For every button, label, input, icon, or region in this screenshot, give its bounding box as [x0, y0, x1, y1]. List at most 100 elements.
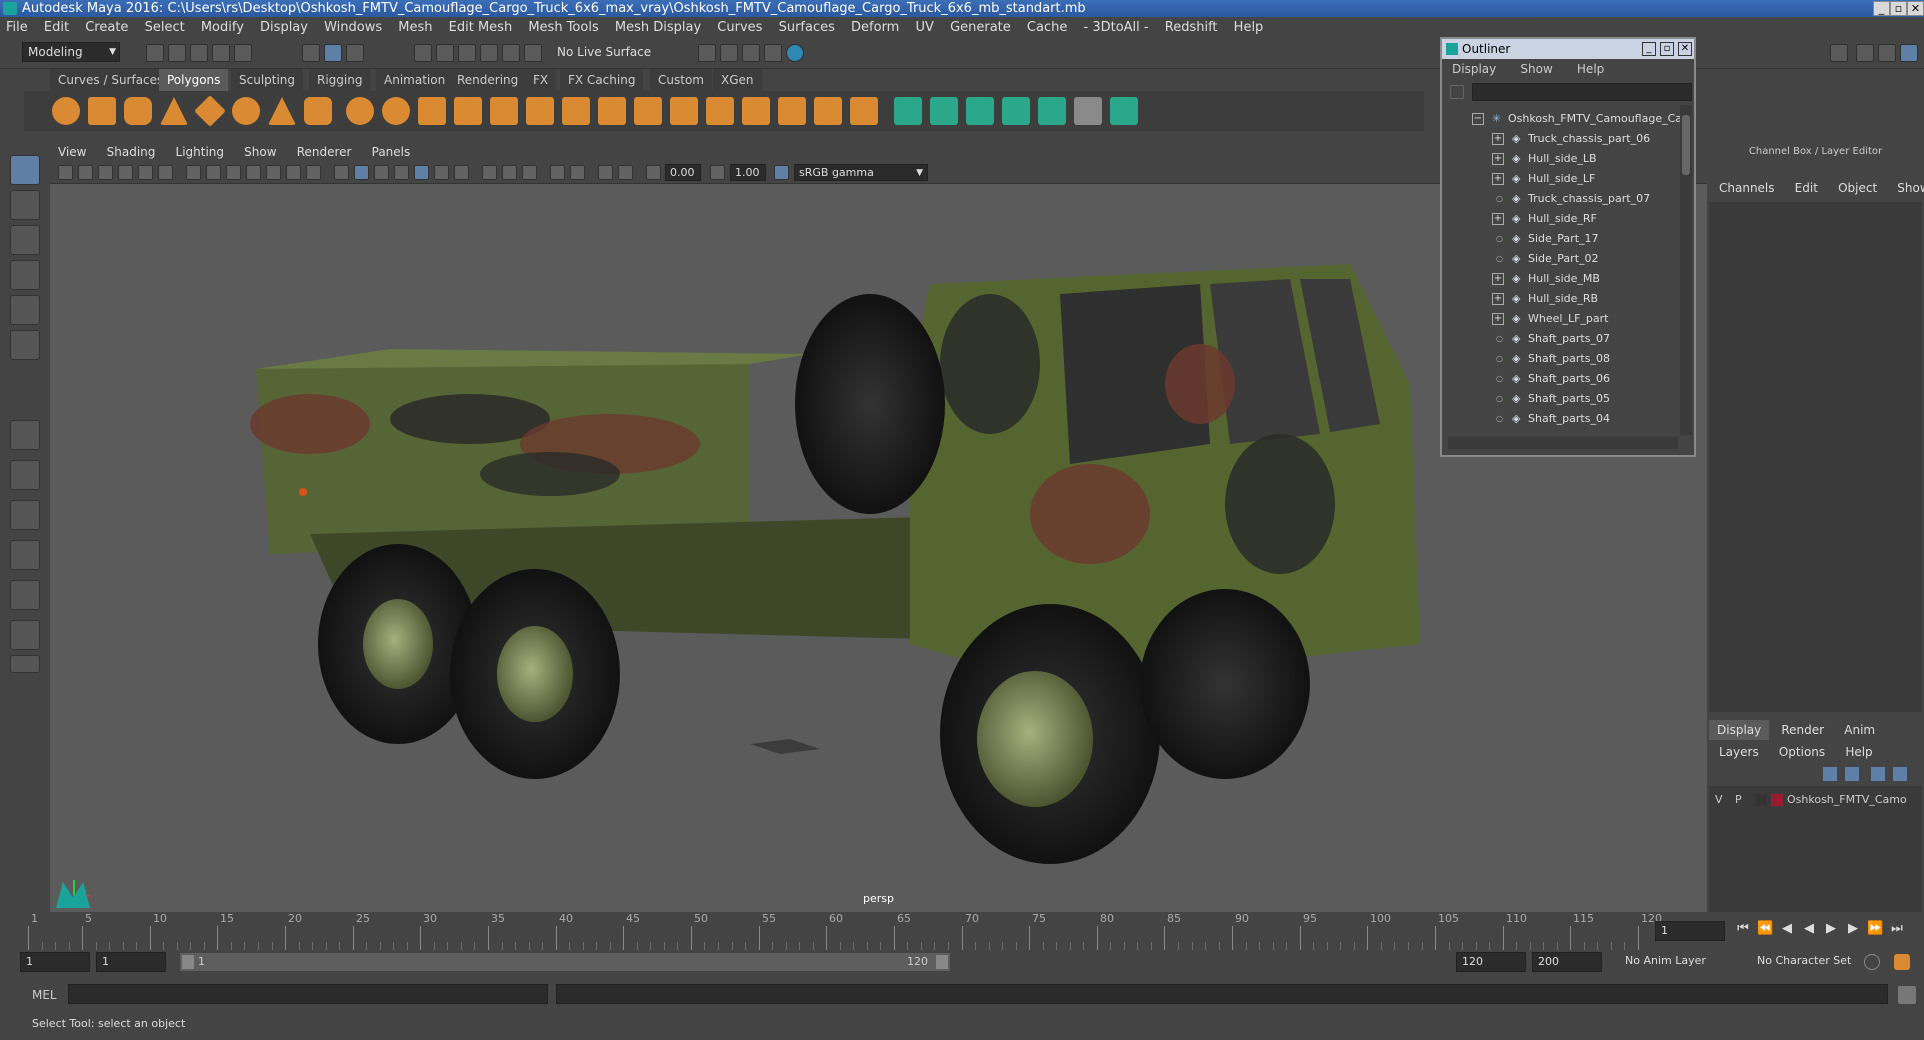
gamma-field[interactable]: 1.00: [730, 164, 766, 181]
extract-icon[interactable]: [418, 97, 446, 125]
poly-plane-icon[interactable]: [194, 95, 226, 127]
play-backwards-icon[interactable]: ◀: [1801, 921, 1817, 937]
menu-3dtoall[interactable]: - 3DtoAll -: [1078, 17, 1155, 39]
expand-icon[interactable]: +: [1492, 273, 1504, 285]
render-frame-icon[interactable]: [720, 44, 738, 62]
xray-components-icon[interactable]: [618, 165, 633, 180]
tab-rigging[interactable]: Rigging: [309, 69, 371, 91]
wireframe-on-shaded-icon[interactable]: [394, 165, 409, 180]
boolean-icon[interactable]: [490, 97, 518, 125]
bridge-icon[interactable]: [562, 97, 590, 125]
snap-grid-icon[interactable]: [414, 44, 432, 62]
extrude-icon[interactable]: [598, 97, 626, 125]
collapse-icon[interactable]: −: [1472, 113, 1484, 125]
time-slider[interactable]: 1 5 10 15 20 25 30 35 40 45 50 55 60 65 70 75 80 85 90 95 10…: [0, 912, 1924, 950]
menu-display[interactable]: Display: [254, 17, 314, 39]
screen-space-ao-icon[interactable]: [482, 165, 497, 180]
field-chart-icon[interactable]: [266, 165, 281, 180]
play-forwards-icon[interactable]: ▶: [1823, 921, 1839, 937]
channel-menu-channels[interactable]: Channels: [1711, 178, 1783, 198]
resolution-gate-icon[interactable]: [226, 165, 241, 180]
menu-file[interactable]: File: [0, 17, 34, 39]
open-scene-icon[interactable]: [168, 44, 186, 62]
save-scene-icon[interactable]: [190, 44, 208, 62]
close-button[interactable]: ✕: [1907, 1, 1924, 16]
xray-icon[interactable]: [570, 165, 585, 180]
command-input[interactable]: [68, 984, 548, 1004]
layer-menu-help[interactable]: Help: [1837, 742, 1880, 762]
shadows-icon[interactable]: [454, 165, 469, 180]
select-tool-icon[interactable]: [10, 155, 40, 185]
combine-icon[interactable]: [346, 97, 374, 125]
bevel-icon[interactable]: [634, 97, 662, 125]
expand-icon[interactable]: +: [1492, 313, 1504, 325]
menu-surfaces[interactable]: Surfaces: [773, 17, 841, 39]
poly-pyramid-icon[interactable]: [268, 97, 296, 125]
menu-mesh[interactable]: Mesh: [392, 17, 438, 39]
redo-icon[interactable]: [234, 44, 252, 62]
tab-sculpting[interactable]: Sculpting: [231, 69, 304, 91]
rotate-tool-icon[interactable]: [10, 295, 40, 325]
auto-key-icon[interactable]: [1864, 954, 1880, 970]
time-ruler[interactable]: 1 5 10 15 20 25 30 35 40 45 50 55 60 65 70 75 80 85 90 95 10…: [28, 912, 1662, 950]
viewport-menu-panels[interactable]: Panels: [364, 142, 419, 162]
cylindrical-uv-icon[interactable]: [930, 97, 958, 125]
automatic-uv-icon[interactable]: [1002, 97, 1030, 125]
default-material-icon[interactable]: [374, 165, 389, 180]
offset-edge-loop-icon[interactable]: [778, 97, 806, 125]
multi-cut-icon[interactable]: [706, 97, 734, 125]
anti-aliasing-icon[interactable]: [522, 165, 537, 180]
layer-display-type-toggle[interactable]: [1755, 794, 1767, 806]
magnet-icon[interactable]: [524, 44, 542, 62]
single-perspective-layout-icon[interactable]: [10, 420, 40, 450]
viewport-menu-shading[interactable]: Shading: [99, 142, 164, 162]
menu-deform[interactable]: Deform: [845, 17, 905, 39]
uv-editor-icon[interactable]: [1038, 97, 1066, 125]
animation-start-field[interactable]: 1: [20, 952, 90, 972]
character-set-dropdown[interactable]: No Character Set: [1752, 952, 1872, 972]
viewport-menu-view[interactable]: View: [50, 142, 94, 162]
layer-color-swatch[interactable]: [1771, 794, 1783, 806]
modeling-toolkit-icon[interactable]: [1830, 44, 1848, 62]
display-layer-row[interactable]: V P Oshkosh_FMTV_Camo: [1711, 790, 1921, 810]
animation-preferences-icon[interactable]: [1894, 954, 1910, 970]
exposure-field[interactable]: 0.00: [665, 164, 701, 181]
outliner-search-input[interactable]: [1472, 83, 1692, 101]
expand-icon[interactable]: +: [1492, 173, 1504, 185]
minimize-button[interactable]: _: [1873, 1, 1890, 16]
undo-icon[interactable]: [212, 44, 230, 62]
wedge-icon[interactable]: [850, 97, 878, 125]
current-frame-field[interactable]: 1: [1655, 921, 1725, 941]
step-forward-frame-icon[interactable]: ⏩: [1867, 921, 1883, 937]
tab-display[interactable]: Display: [1709, 720, 1770, 740]
outliner-vertical-scrollbar[interactable]: [1680, 105, 1692, 435]
snap-view-plane-icon[interactable]: [480, 44, 498, 62]
poly-sphere-icon[interactable]: [52, 97, 80, 125]
menu-mesh-tools[interactable]: Mesh Tools: [522, 17, 604, 39]
smooth-icon[interactable]: [454, 97, 482, 125]
persp-outliner-layout-icon[interactable]: [10, 500, 40, 530]
poly-pipe-icon[interactable]: [304, 97, 332, 125]
poly-torus-icon[interactable]: [232, 97, 260, 125]
poke-face-icon[interactable]: [814, 97, 842, 125]
move-tool-icon[interactable]: [10, 260, 40, 290]
menu-select[interactable]: Select: [139, 17, 191, 39]
step-back-frame-icon[interactable]: ⏪: [1757, 921, 1773, 937]
playback-end-field[interactable]: 120: [1456, 952, 1526, 972]
menu-create[interactable]: Create: [79, 17, 134, 39]
motion-blur-icon[interactable]: [502, 165, 517, 180]
tab-curves-surfaces[interactable]: Curves / Surfaces: [50, 69, 172, 91]
script-editor-icon[interactable]: [1898, 986, 1916, 1004]
grease-pencil-icon[interactable]: [158, 165, 173, 180]
persp-graph-layout-icon[interactable]: [10, 540, 40, 570]
tab-render[interactable]: Render: [1773, 720, 1832, 740]
2d-pan-zoom-icon[interactable]: [138, 165, 153, 180]
menu-cache[interactable]: Cache: [1021, 17, 1073, 39]
safe-title-icon[interactable]: [306, 165, 321, 180]
menu-windows[interactable]: Windows: [318, 17, 388, 39]
tab-xgen[interactable]: XGen: [713, 69, 762, 91]
isolate-select-icon[interactable]: [550, 165, 565, 180]
image-plane-icon[interactable]: [118, 165, 133, 180]
film-gate-icon[interactable]: [206, 165, 221, 180]
scrollbar-thumb[interactable]: [1682, 115, 1690, 175]
